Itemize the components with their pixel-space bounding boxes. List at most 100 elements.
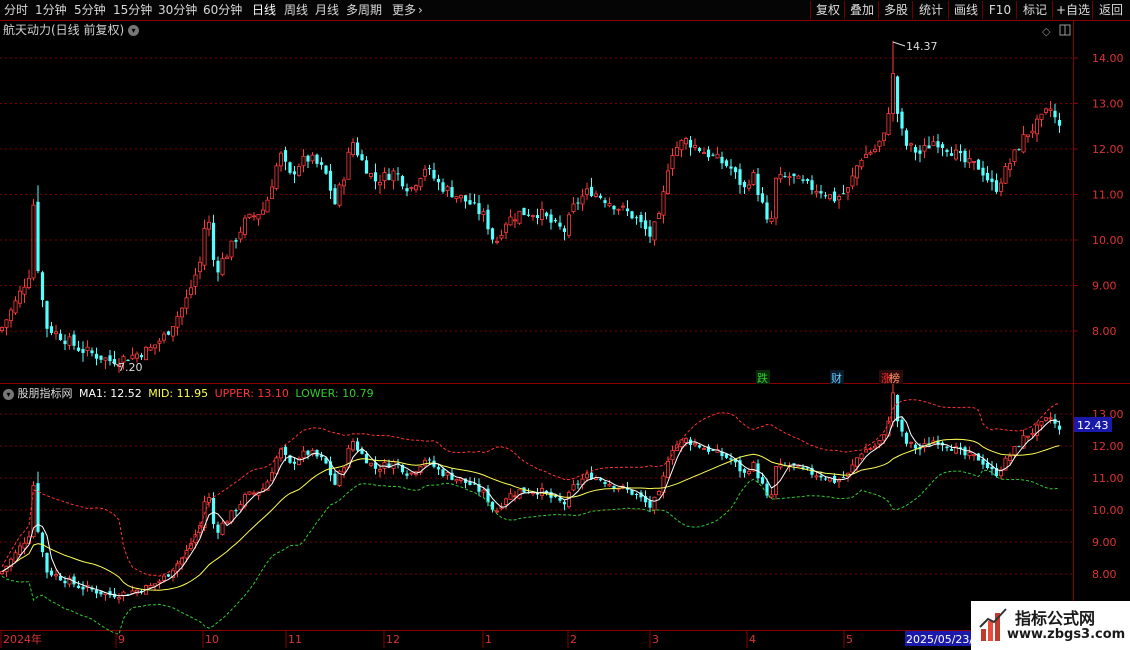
candle-body-down	[211, 222, 216, 260]
candle-body-down	[108, 355, 112, 362]
candle-body-up	[886, 420, 891, 437]
candle-body-up	[666, 170, 671, 195]
candle-body-up	[296, 457, 301, 465]
candle-body-up	[1044, 417, 1049, 421]
period-tab-timeshare[interactable]: 分时	[4, 1, 28, 19]
candle-body-up	[693, 144, 698, 148]
period-tab-daily[interactable]: 日线	[252, 1, 276, 19]
date-label: 12	[386, 633, 400, 646]
candle-body-up	[787, 464, 792, 467]
chevron-down-icon[interactable]: ▾	[128, 25, 140, 36]
diamond-icon[interactable]: ◇	[1042, 25, 1051, 38]
multi-stock-button[interactable]: 多股	[878, 1, 913, 19]
candle-body-up	[391, 170, 396, 182]
candle-body-down	[639, 214, 643, 223]
candle-body-down	[387, 173, 391, 180]
period-tab-1min[interactable]: 1分钟	[35, 1, 67, 19]
stock-title[interactable]: 航天动力(日线 前复权)	[3, 23, 124, 37]
event-marker-finance[interactable]: 财	[831, 371, 842, 385]
event-marker-box-fall[interactable]	[756, 370, 770, 384]
candle-body-down	[355, 441, 360, 451]
candle-body-up	[184, 550, 189, 559]
candle-body-up	[481, 489, 486, 493]
candle-body-up	[278, 448, 283, 459]
candle-body-down	[333, 188, 337, 205]
chevron-down-icon[interactable]: ▾	[3, 388, 14, 400]
event-marker-rise[interactable]: 涨	[881, 372, 892, 385]
candle-body-up	[350, 142, 355, 155]
candle-body-up	[206, 221, 211, 230]
indicator-name[interactable]: 股朋指标网	[18, 387, 73, 400]
candle-body-up	[972, 161, 977, 163]
candle-body-up	[873, 445, 878, 449]
draw-line-button[interactable]: 画线	[948, 1, 983, 19]
date-axis: 2024年 9 10 11 12 1 2 3 4 5	[0, 631, 853, 648]
candle-body-up	[13, 300, 18, 314]
period-tab-15min[interactable]: 15分钟	[113, 1, 152, 19]
candle-body-down	[963, 447, 967, 456]
overlay-button[interactable]: 叠加	[844, 1, 879, 19]
candle-body-up	[157, 340, 162, 344]
candle-body-down	[427, 459, 432, 461]
candle-body-down	[697, 445, 702, 448]
period-tab-30min[interactable]: 30分钟	[158, 1, 197, 19]
candle-body-down	[733, 167, 738, 173]
candle-body-down	[324, 457, 328, 464]
candle-body-up	[693, 443, 698, 446]
mark-button[interactable]: 标记	[1016, 1, 1053, 19]
candle-body-down	[765, 483, 769, 496]
candle-body-up	[679, 439, 684, 447]
add-watchlist-button[interactable]: +自选	[1052, 1, 1093, 19]
f10-button[interactable]: F10	[982, 1, 1017, 19]
event-marker-rise-2[interactable]: 榜	[889, 371, 900, 385]
chevron-right-icon[interactable]: ›	[418, 1, 423, 19]
upper-legend: UPPER: 13.10	[214, 387, 289, 400]
candle-body-down	[315, 154, 319, 164]
candle-body-up	[458, 195, 463, 199]
period-tab-weekly[interactable]: 周线	[284, 1, 308, 19]
candle-body-up	[877, 440, 882, 445]
event-marker-fall[interactable]: 跌	[757, 371, 768, 385]
candle-body-down	[400, 465, 405, 473]
candle-body-down	[553, 495, 558, 497]
candle-body-up	[103, 357, 108, 361]
period-tab-60min[interactable]: 60分钟	[203, 1, 242, 19]
candle-body-down	[373, 462, 378, 469]
cursor-date: 2025/05/23/	[906, 633, 973, 646]
candle-body-up	[846, 472, 851, 477]
candle-body-down	[544, 490, 549, 494]
candle-body-down	[603, 481, 607, 485]
candle-body-up	[238, 504, 243, 510]
restore-rights-button[interactable]: 复权	[810, 1, 845, 19]
candle-body-down	[360, 154, 364, 161]
candle-body-up	[170, 570, 175, 579]
event-marker-box-finance[interactable]	[830, 370, 844, 384]
statistics-button[interactable]: 统计	[912, 1, 949, 19]
candle-body-up	[621, 485, 626, 488]
candle-body-up	[661, 191, 666, 216]
candle-body-down	[535, 215, 540, 219]
candle-body-down	[985, 172, 990, 181]
period-tab-more[interactable]: 更多	[392, 1, 416, 19]
candle-body-down	[63, 340, 67, 345]
candle-body-up	[382, 172, 387, 182]
period-tab-monthly[interactable]: 月线	[315, 1, 339, 19]
period-tab-5min[interactable]: 5分钟	[74, 1, 106, 19]
candle-body-up	[269, 186, 274, 199]
date-label: 5	[846, 633, 853, 646]
panel-toggle-icon[interactable]	[1059, 24, 1071, 36]
candle-body-up	[22, 542, 27, 549]
candle-body-down	[756, 173, 760, 195]
candle-body-up	[571, 484, 576, 491]
candle-body-up	[508, 216, 513, 226]
candle-body-up	[247, 213, 252, 218]
back-button[interactable]: 返回	[1092, 1, 1129, 19]
candle-body-up	[594, 477, 599, 480]
price-chart: 14.0013.0012.0011.0010.009.008.00 13.001…	[0, 21, 1130, 648]
candle-body-up	[224, 256, 229, 259]
candle-body-down	[211, 497, 216, 524]
period-tab-multi[interactable]: 多周期	[346, 1, 382, 19]
mid-line	[1, 438, 1060, 591]
candle-body-down	[895, 394, 900, 422]
event-marker-box-rise[interactable]	[879, 370, 903, 384]
